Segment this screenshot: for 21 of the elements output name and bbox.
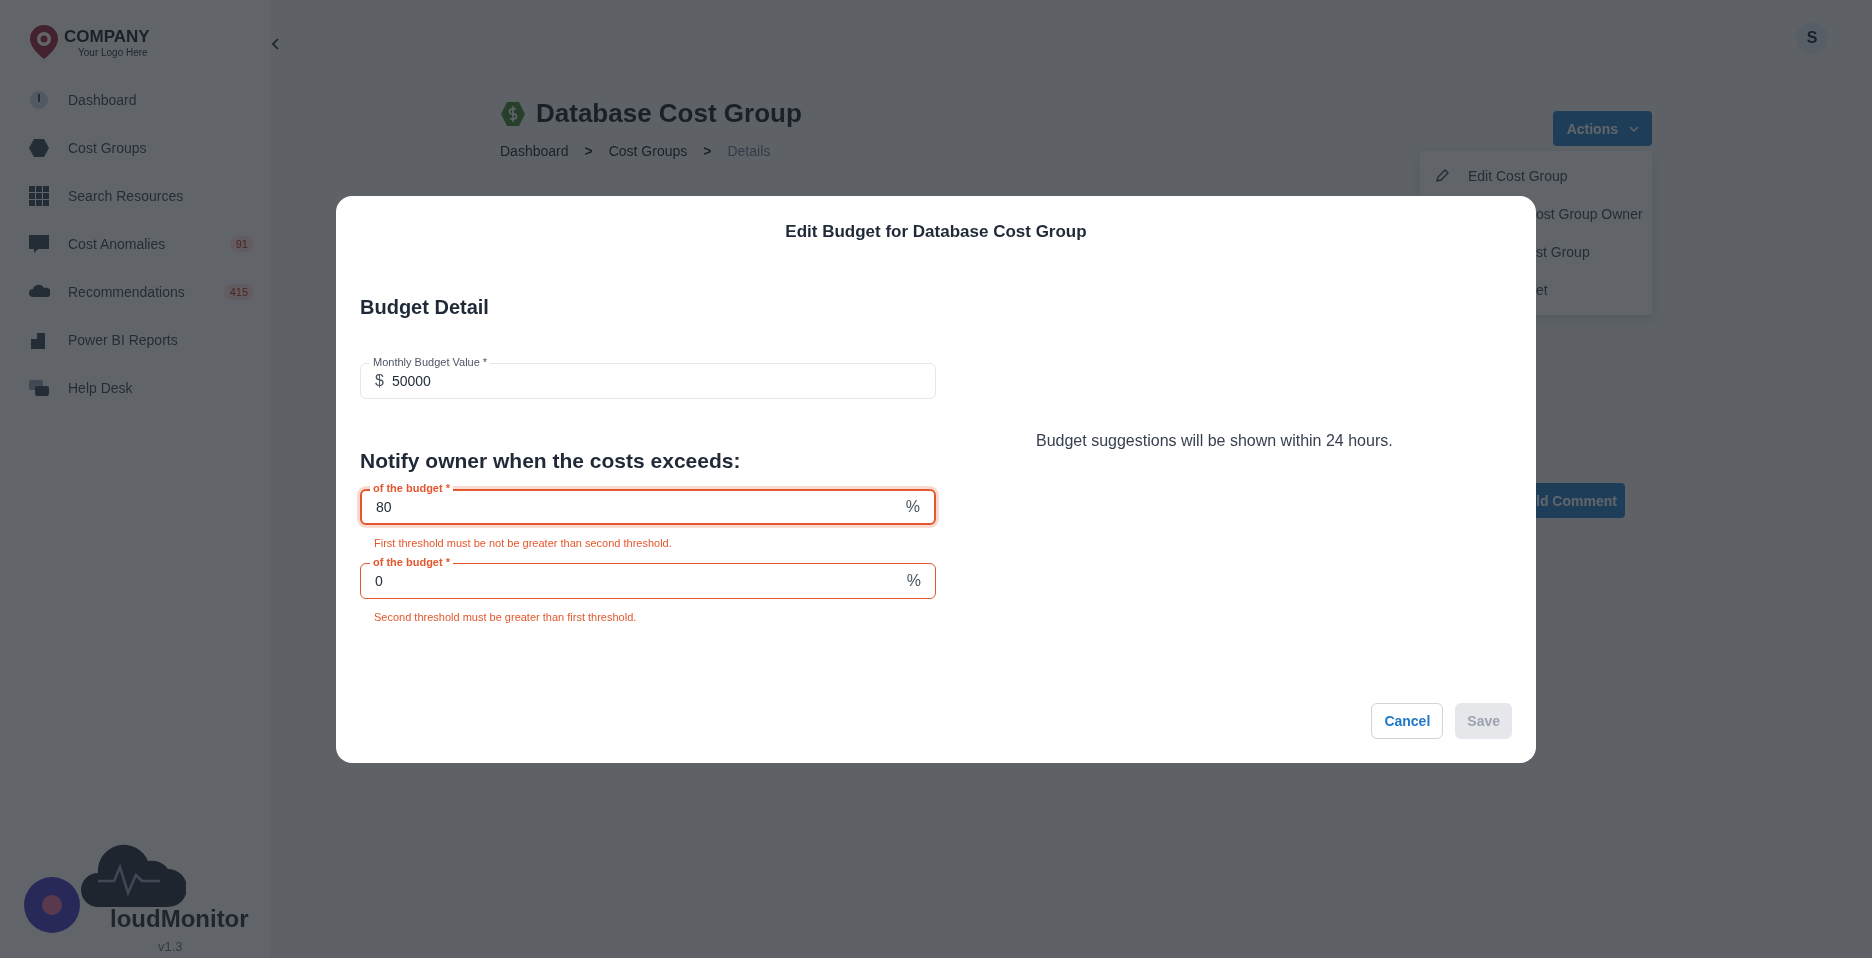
logo-tagline: Your Logo Here — [78, 46, 149, 58]
breadcrumb-separator: > — [703, 143, 712, 159]
percent-suffix: % — [906, 571, 921, 590]
section-heading: Budget Detail — [360, 295, 490, 319]
breadcrumb-separator: > — [584, 143, 593, 159]
field-label: Monthly Budget Value * — [370, 355, 491, 369]
cancel-button[interactable]: Cancel — [1371, 702, 1444, 739]
page-title: Database Cost Group — [536, 98, 802, 129]
field-label: of the budget * — [370, 555, 453, 569]
field-label: of the budget * — [370, 481, 453, 495]
breadcrumb-link[interactable]: Cost Groups — [608, 143, 688, 159]
error-message: First threshold must be not be greater than second threshold. — [374, 536, 673, 549]
dialog-title: Edit Budget for Database Cost Group — [784, 221, 1088, 242]
logo-name: COMPANY — [64, 26, 150, 47]
section-heading: Notify owner when the costs exceeds: — [360, 448, 742, 473]
percent-suffix: % — [905, 497, 920, 516]
suggestion-text: Budget suggestions will be shown within 24 hours. — [1036, 431, 1393, 450]
currency-prefix: $ — [375, 371, 384, 390]
product-name: loudMonitor — [110, 905, 249, 933]
breadcrumb-link[interactable]: Dashboard — [500, 143, 569, 159]
error-message: Second threshold must be greater than first threshold. — [374, 610, 638, 623]
